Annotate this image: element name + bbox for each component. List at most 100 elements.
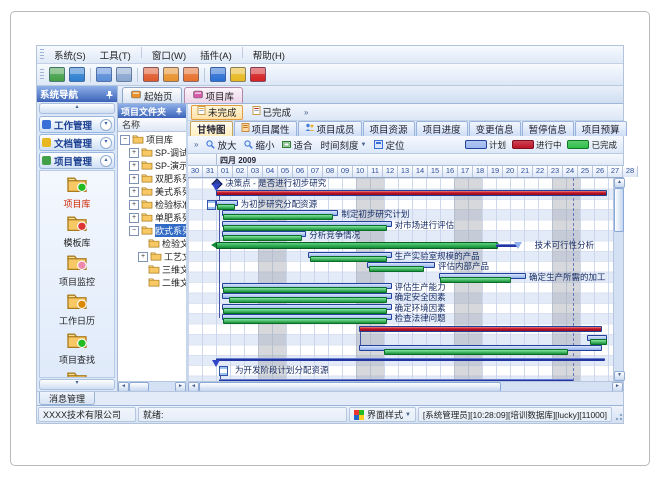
tree-node[interactable]: 检验文件 — [118, 237, 186, 250]
sidebar-panel-project-management[interactable]: 项目管理▴ — [39, 152, 115, 169]
gantt-bar-progress[interactable] — [223, 287, 387, 293]
expand-icon[interactable]: + — [129, 161, 139, 171]
expand-icon[interactable]: + — [138, 252, 148, 262]
nav-item-project-search[interactable]: 项目查找 — [59, 331, 95, 366]
nav-item-template-library[interactable]: 模板库 — [63, 214, 90, 249]
tab-project-properties[interactable]: 项目属性 — [234, 121, 297, 136]
report-delete-icon[interactable] — [183, 67, 199, 82]
tab-start-page[interactable]: 起始页 — [122, 87, 182, 103]
sidebar-panel-work-management[interactable]: 工作管理▾ — [39, 116, 115, 133]
pin-icon[interactable] — [175, 107, 183, 115]
nav-item-work-calendar[interactable]: 工作日历 — [59, 292, 95, 327]
nav-item-task-search[interactable]: 任务查找 — [59, 370, 95, 378]
message-management-tab[interactable]: 消息管理 — [39, 392, 95, 405]
gantt-bar-progress[interactable] — [223, 235, 302, 241]
chevron-up-icon[interactable]: ▴ — [100, 155, 112, 167]
window-icon[interactable] — [96, 67, 112, 82]
collapse-icon[interactable]: − — [120, 135, 130, 145]
power-icon[interactable] — [250, 67, 266, 82]
expand-icon[interactable]: + — [129, 187, 139, 197]
tab-project-library[interactable]: 项目库 — [184, 87, 244, 103]
pin-icon[interactable] — [105, 90, 114, 99]
tree-node[interactable]: +双肥系列 — [118, 172, 186, 185]
report-edit-icon[interactable] — [163, 67, 179, 82]
filter-more-button[interactable]: » — [300, 108, 312, 117]
locate-button[interactable]: 定位 — [370, 138, 408, 152]
tree-node[interactable]: −项目库 — [118, 133, 186, 146]
desktop-icon[interactable] — [49, 67, 65, 82]
zoom-in-button[interactable]: 放大 — [202, 138, 240, 152]
gantt-bar-progress[interactable] — [217, 204, 234, 210]
menubar-grip[interactable] — [40, 49, 44, 60]
gantt-summary-line[interactable] — [219, 379, 573, 381]
zoom-out-button[interactable]: 缩小 — [240, 138, 278, 152]
resize-grip[interactable] — [613, 408, 623, 421]
gantt-bar-progress[interactable] — [223, 225, 387, 231]
gantt-vscrollbar[interactable]: ▲ ▼ — [613, 178, 623, 381]
tab-change-info[interactable]: 变更信息 — [469, 121, 521, 136]
collapse-icon[interactable]: − — [129, 226, 139, 236]
toolbar-grip[interactable] — [40, 69, 44, 80]
tab-pause-info[interactable]: 暂停信息 — [522, 121, 574, 136]
expand-icon[interactable]: + — [129, 200, 139, 210]
fit-button[interactable]: 适合 — [278, 138, 316, 152]
filter-unfinished[interactable]: 未完成 — [191, 105, 243, 120]
gantt-hscrollbar[interactable]: ◄ ► — [188, 381, 623, 391]
expand-icon[interactable]: + — [129, 213, 139, 223]
workspace-icon[interactable] — [116, 67, 132, 82]
tree-hscrollbar[interactable]: ◄ ► — [118, 381, 186, 391]
tree-node[interactable]: +SP-演示机系 — [118, 159, 186, 172]
nav-item-project-monitor[interactable]: 项目监控 — [59, 253, 95, 288]
gantt-chart-area[interactable]: 决策点 - 是否进行初步研究为初步研究分配资源制定初步研究计划对市场进行评估分析… — [188, 178, 613, 381]
gantt-bar-progress[interactable] — [223, 308, 387, 314]
filter-finished[interactable]: 已完成 — [246, 105, 298, 120]
menu-item[interactable]: 插件(A) — [193, 47, 239, 63]
expand-icon[interactable]: + — [129, 148, 139, 158]
gantt-summary-line[interactable] — [216, 358, 605, 361]
tree-node[interactable]: +单肥系列 — [118, 211, 186, 224]
tab-project-resources[interactable]: 项目资源 — [363, 121, 415, 136]
tree-node[interactable]: 二维文件 — [118, 276, 186, 289]
tab-project-members[interactable]: 项目成员 — [298, 121, 362, 136]
tree-node[interactable]: +美式系列 — [118, 185, 186, 198]
tree-node[interactable]: +SP-调试机系 — [118, 146, 186, 159]
gantt-bar-progress[interactable] — [229, 297, 388, 303]
tree-node[interactable]: +检验标准 — [118, 198, 186, 211]
gantt-summary-progress[interactable] — [216, 242, 498, 249]
gantt-bar-progress[interactable] — [369, 266, 424, 272]
chevron-down-icon[interactable]: ▾ — [100, 137, 112, 149]
tab-project-progress[interactable]: 项目进度 — [416, 121, 468, 136]
sidebar-collapse-strip[interactable]: ▴ — [39, 103, 115, 114]
tab-gantt-chart[interactable]: 甘特图 — [190, 121, 233, 136]
gantt-bar-progress[interactable] — [223, 318, 387, 324]
scrollbar-thumb[interactable] — [614, 188, 624, 232]
gantt-bar-active[interactable] — [359, 326, 602, 332]
menu-item[interactable]: 系统(S) — [47, 47, 93, 63]
menu-item[interactable]: 帮助(H) — [246, 47, 292, 63]
timescale-dropdown[interactable]: 时间刻度▼ — [317, 138, 371, 152]
gantt-toolbar-more[interactable]: » — [190, 140, 202, 149]
tree-node[interactable]: 三维文件 — [118, 263, 186, 276]
globe-icon[interactable] — [69, 67, 85, 82]
tree-node[interactable]: −欧式系列 — [118, 224, 186, 237]
tab-project-budget[interactable]: 项目预算 — [575, 121, 627, 136]
menu-item[interactable]: 窗口(W) — [145, 47, 193, 63]
gantt-bar-progress[interactable] — [310, 256, 388, 262]
gantt-bar-active[interactable] — [216, 190, 607, 196]
gantt-bar-progress[interactable] — [590, 339, 607, 345]
lock-icon[interactable] — [230, 67, 246, 82]
scroll-down-icon[interactable]: ▼ — [614, 371, 625, 381]
gantt-bar-progress[interactable] — [384, 349, 568, 355]
help-icon[interactable] — [210, 67, 226, 82]
sidebar-bottom-strip[interactable]: ▾ — [39, 379, 115, 390]
chevron-down-icon[interactable]: ▾ — [100, 119, 112, 131]
gantt-bar-progress[interactable] — [223, 214, 333, 220]
scroll-up-icon[interactable]: ▲ — [614, 178, 625, 188]
report-new-icon[interactable] — [143, 67, 159, 82]
menu-item[interactable]: 工具(T) — [93, 47, 138, 63]
expand-icon[interactable]: + — [129, 174, 139, 184]
sidebar-panel-document-management[interactable]: 文档管理▾ — [39, 134, 115, 151]
tree-node[interactable]: +工艺文件 — [118, 250, 186, 263]
nav-item-project-library[interactable]: 项目库 — [63, 175, 90, 210]
gantt-bar-progress[interactable] — [440, 277, 511, 283]
